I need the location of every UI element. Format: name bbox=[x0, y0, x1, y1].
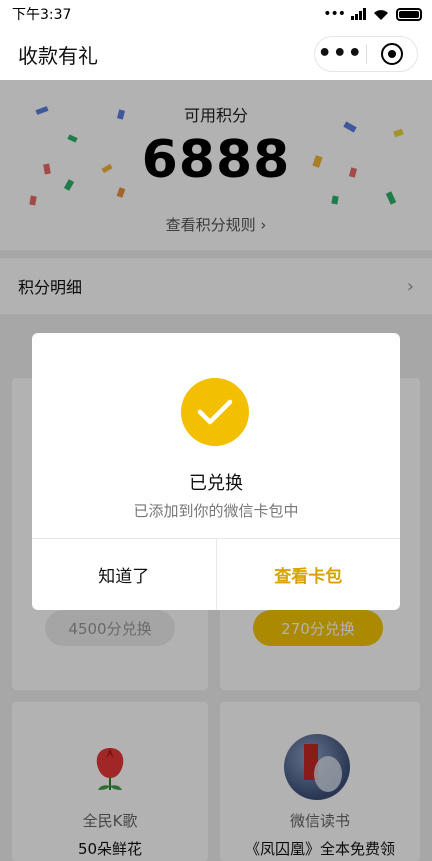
battery-icon bbox=[396, 7, 422, 21]
notification-dots-icon: ••• bbox=[323, 6, 346, 22]
status-time: 下午3:37 bbox=[12, 7, 72, 23]
dialog-actions: 知道了 查看卡包 bbox=[32, 538, 400, 610]
status-icons: ••• bbox=[323, 6, 422, 22]
page-title: 收款有礼 bbox=[18, 43, 98, 68]
dialog-subtitle: 已添加到你的微信卡包中 bbox=[133, 502, 299, 520]
view-card-wallet-button[interactable]: 查看卡包 bbox=[217, 539, 401, 610]
nav-bar: 收款有礼 ••• bbox=[0, 28, 432, 80]
more-icon[interactable]: ••• bbox=[315, 39, 366, 69]
status-bar: 下午3:37 ••• bbox=[0, 0, 432, 28]
redeemed-dialog: 已兑换 已添加到你的微信卡包中 知道了 查看卡包 bbox=[32, 333, 400, 610]
close-miniprogram-icon[interactable] bbox=[366, 43, 417, 65]
signal-icon bbox=[351, 8, 366, 20]
dialog-title: 已兑换 bbox=[189, 473, 243, 494]
success-check-icon bbox=[181, 378, 249, 446]
miniprogram-capsule: ••• bbox=[314, 36, 418, 72]
wifi-icon bbox=[374, 10, 388, 20]
got-it-button[interactable]: 知道了 bbox=[32, 539, 217, 610]
